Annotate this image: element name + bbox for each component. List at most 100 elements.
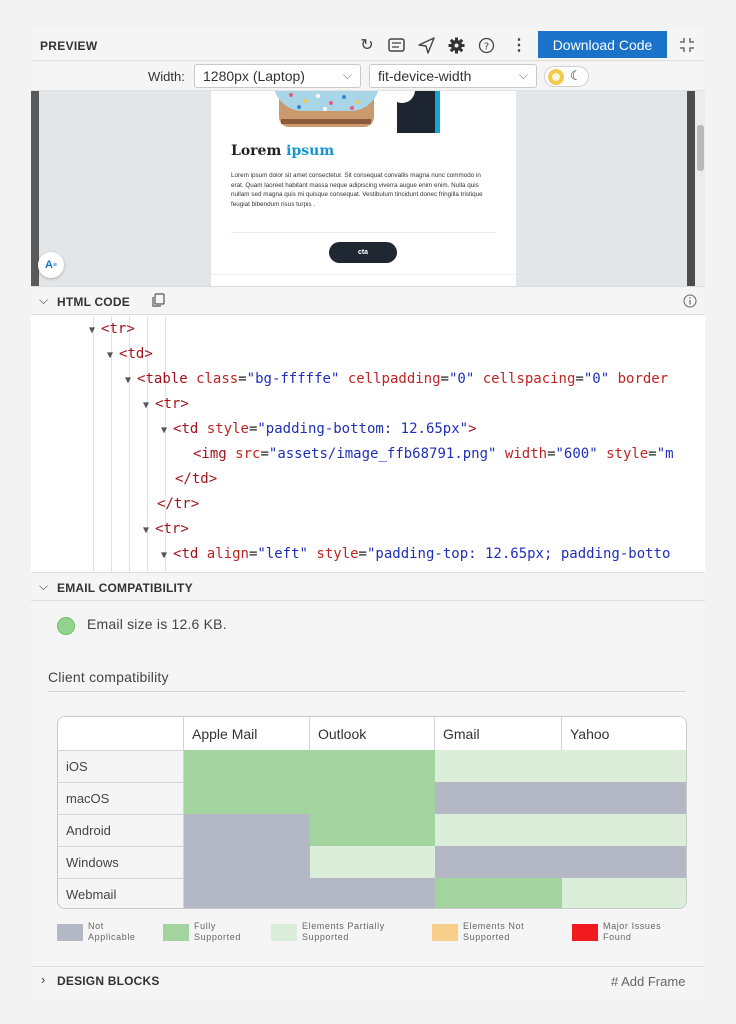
preview-scrollbar[interactable] [695,91,705,286]
table-row-label: macOS [58,782,184,814]
compatibility-cell [310,782,435,814]
compatibility-cell [562,750,686,782]
legend-label: Elements Not Supported [463,921,525,942]
hero-image [211,91,516,133]
table-header: Yahoo [562,717,686,750]
compatibility-cell [184,846,310,878]
legend-label: Fully Supported [194,921,241,942]
compatibility-cell [184,782,310,814]
design-blocks-header[interactable]: › DESIGN BLOCKS # Add Frame [31,966,705,994]
email-preview: Lorem ipsum Lorem ipsum dolor sit amet c… [31,91,705,286]
table-row-label: Android [58,814,184,846]
help-icon[interactable]: ? [475,34,497,56]
table-header: Gmail [435,717,562,750]
compatibility-cell [435,814,562,846]
compatibility-cell [310,750,435,782]
status-dot-icon [57,617,75,635]
table-row-label: iOS [58,750,184,782]
legend-swatch [432,924,458,941]
compatibility-cell [562,782,686,814]
compatibility-cell [310,814,435,846]
theme-toggle[interactable]: ☾ [544,66,589,87]
chevron-down-icon: ⌵ [39,579,49,593]
list-icon[interactable] [385,34,407,56]
refresh-icon[interactable]: ↻ [356,34,378,56]
more-icon[interactable]: ⋮ [508,34,530,56]
accessibility-icon[interactable]: A ≡ [38,252,64,278]
code-line: </tr> [157,496,200,512]
code-line: </td> [175,471,218,487]
download-code-button[interactable]: Download Code [538,31,667,58]
compatibility-cell [184,750,310,782]
divider [211,274,516,275]
chevron-down-icon: ⌵ [518,68,528,82]
divider [48,691,686,692]
compatibility-cell [435,878,562,908]
send-icon[interactable] [415,34,437,56]
cta-button[interactable]: cta [329,242,397,263]
preview-title: PREVIEW [40,39,98,53]
code-line: ▼ <tr> [89,321,135,337]
width-label: Width: [148,69,185,84]
compatibility-cell [184,878,310,908]
table-row-label: Windows [58,846,184,878]
client-compatibility-title: Client compatibility [48,669,169,685]
table-header: Apple Mail [184,717,310,750]
legend-label: Major Issues Found [603,921,662,942]
compatibility-cell [562,814,686,846]
design-blocks-title: DESIGN BLOCKS [57,974,160,988]
email-compatibility-header[interactable]: ⌵ EMAIL COMPATIBILITY [31,572,705,601]
gear-icon[interactable] [445,34,467,56]
width-toolbar: Width: 1280px (Laptop) ⌵ fit-device-widt… [31,61,705,91]
collapse-icon[interactable] [676,34,698,56]
add-frame-button[interactable]: # Add Frame [611,974,685,989]
code-line: ▼ <td style="padding-bottom: 12.65px"> [161,421,477,437]
compatibility-cell [562,878,686,908]
email-compatibility-title: EMAIL COMPATIBILITY [57,581,193,595]
compatibility-cell [562,846,686,878]
table-row-label: Webmail [58,878,184,908]
code-line: ▼ <table class="bg-fffffe" cellpadding="… [125,371,669,387]
legend-swatch [572,924,598,941]
device-width-select[interactable]: 1280px (Laptop) ⌵ [194,64,361,88]
email-heading: Lorem ipsum [231,143,335,159]
fit-mode-value: fit-device-width [378,68,472,84]
compatibility-table: Apple Mail Outlook Gmail Yahoo iOS macOS… [57,716,687,909]
legend-swatch [271,924,297,941]
compatibility-cell [310,846,435,878]
legend-label: Not Applicable [88,921,136,942]
code-line: ▼ <td align="left" style="padding-top: 1… [161,546,671,562]
moon-icon: ☾ [570,68,582,83]
code-line: ▼ <tr> [143,396,189,412]
chevron-down-icon: ⌵ [342,68,352,82]
preview-header: PREVIEW ↻ ? ⋮ Download Code [31,29,705,61]
svg-text:?: ? [483,41,488,52]
email-canvas: Lorem ipsum Lorem ipsum dolor sit amet c… [211,91,516,286]
html-code-title: HTML CODE [57,295,130,309]
compatibility-cell [435,750,562,782]
fit-mode-select[interactable]: fit-device-width ⌵ [369,64,537,88]
preview-left-edge [31,91,39,286]
code-line: ▼ <td> [107,346,153,362]
legend-swatch [163,924,189,941]
divider [231,232,496,233]
html-code-header[interactable]: ⌵ HTML CODE [31,286,705,315]
compatibility-cell [310,878,435,908]
compatibility-cell [435,846,562,878]
code-line: <img src="assets/image_ffb68791.png" wid… [193,446,674,462]
preview-scrollbar-thumb[interactable] [697,125,704,171]
chevron-right-icon: › [41,972,46,987]
table-header-empty [58,717,184,750]
sun-icon [548,69,564,85]
info-icon[interactable] [683,294,697,313]
compatibility-cell [435,782,562,814]
html-code-view[interactable]: ▼ <tr> ▼ <td> ▼ <table class="bg-fffffe"… [31,316,705,572]
preview-right-edge [687,91,695,286]
table-header: Outlook [310,717,435,750]
chevron-down-icon: ⌵ [39,293,49,307]
copy-icon[interactable] [151,293,166,313]
legend-label: Elements Partially Supported [302,921,385,942]
legend-swatch [57,924,83,941]
code-line: ▼ <tr> [143,521,189,537]
email-size-text: Email size is 12.6 KB. [87,616,227,632]
